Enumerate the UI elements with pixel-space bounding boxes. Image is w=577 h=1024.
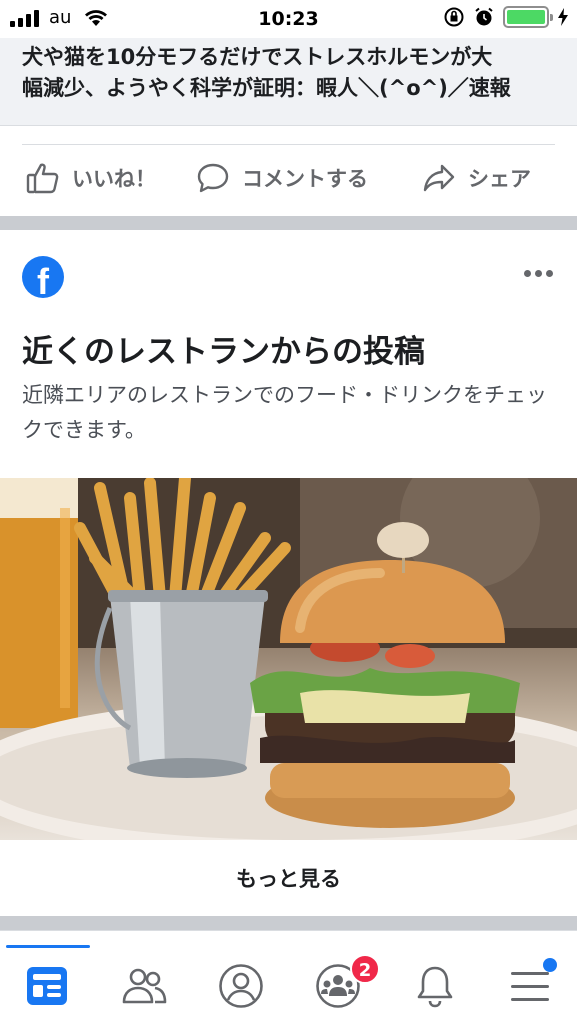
status-bar: au 10:23 — [0, 0, 577, 38]
bell-icon — [417, 966, 453, 1008]
friends-icon — [122, 968, 167, 1004]
facebook-logo-icon: f — [22, 256, 64, 298]
post-actions: いいね！ コメントする シェア — [0, 150, 577, 212]
hamburger-menu-icon — [511, 972, 549, 1001]
like-button[interactable]: いいね！ — [26, 162, 156, 194]
burger-fries-photo[interactable] — [0, 478, 577, 840]
thumbs-up-icon — [26, 163, 59, 194]
like-label: いいね！ — [72, 167, 156, 191]
share-label: シェア — [468, 167, 531, 191]
section-separator — [0, 216, 577, 230]
section-separator — [0, 916, 577, 930]
profile-icon — [219, 964, 263, 1008]
tab-friends[interactable] — [119, 961, 169, 1011]
see-more-button[interactable]: もっと見る — [0, 840, 577, 916]
orientation-lock-icon — [444, 7, 464, 27]
more-options-icon[interactable] — [524, 270, 553, 277]
card-title: 近くのレストランからの投稿 — [22, 334, 425, 370]
tab-news-feed[interactable] — [22, 961, 72, 1011]
share-icon — [423, 164, 455, 192]
divider — [22, 144, 555, 145]
groups-notification-badge: 2 — [350, 954, 380, 984]
battery-icon — [503, 6, 553, 28]
bottom-tab-bar — [0, 930, 577, 1024]
tab-profile[interactable] — [216, 961, 266, 1011]
shared-link-title-line1: 犬や猫を10分モフるだけでストレスホルモンが大 — [22, 45, 493, 69]
food-illustration — [0, 478, 577, 840]
shared-link-preview[interactable]: 犬や猫を10分モフるだけでストレスホルモンが大 幅減少、ようやく科学が証明：暇人… — [0, 38, 577, 126]
charging-icon — [558, 8, 568, 26]
comment-button[interactable]: コメントする — [196, 162, 368, 194]
tab-notifications[interactable] — [410, 961, 460, 1011]
menu-notification-dot — [543, 958, 557, 972]
comment-label: コメントする — [242, 167, 368, 191]
alarm-icon — [475, 7, 493, 26]
news-feed-icon — [27, 967, 67, 1005]
share-button[interactable]: シェア — [422, 162, 531, 194]
comment-icon — [197, 163, 229, 193]
card-description: 近隣エリアのレストランでのフード・ドリンクをチェックできます。 — [22, 383, 547, 442]
nearby-restaurants-card: f 近くのレストランからの投稿 近隣エリアのレストランでのフード・ドリンクをチェ… — [0, 230, 577, 478]
shared-link-title-line2: 幅減少、ようやく科学が証明：暇人＼(^o^)／速報 — [22, 76, 511, 100]
active-tab-indicator — [6, 945, 90, 948]
